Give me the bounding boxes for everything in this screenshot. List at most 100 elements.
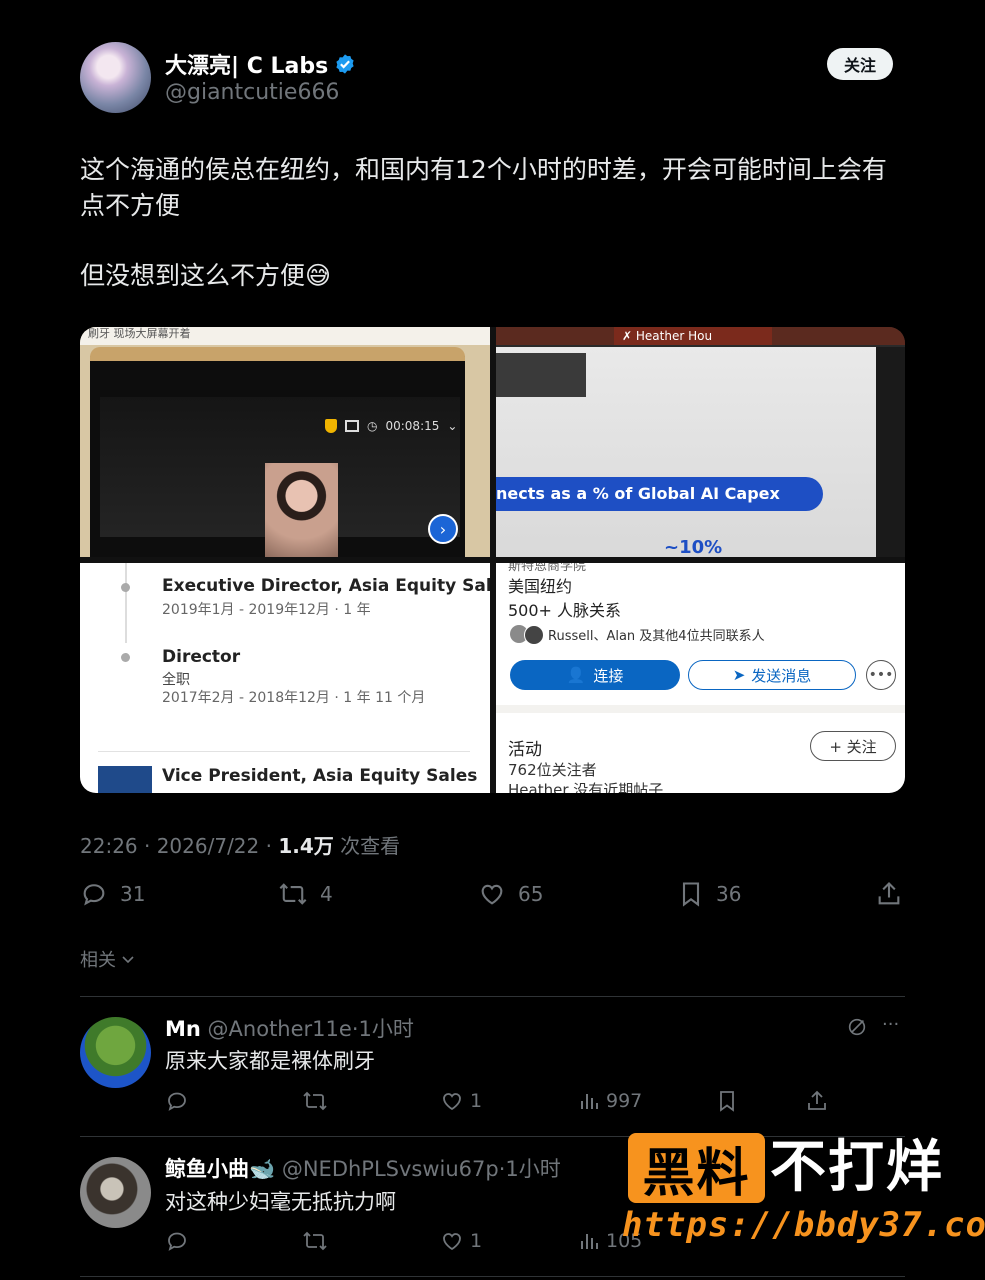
media-profile-screenshot[interactable]: 斯特恩商学院 美国纽约 500+ 人脉关系 Russell、Alan 及其他4位…: [496, 563, 905, 793]
archive-icon: [345, 420, 359, 432]
next-arrow-icon[interactable]: ›: [428, 514, 458, 544]
more-options-icon[interactable]: •••: [866, 660, 896, 690]
reply-retweet-button[interactable]: [302, 1229, 328, 1253]
shield-icon: [325, 419, 337, 433]
bookmark-button[interactable]: 36: [678, 880, 741, 908]
reply-header: 鲸鱼小曲🐋 @NEDhPLSvswiu67p·1小时: [165, 1153, 561, 1183]
reply-button[interactable]: 31: [80, 880, 145, 908]
heart-icon: [443, 1093, 461, 1111]
media-experience-screenshot[interactable]: Executive Director, Asia Equity Sales 20…: [80, 563, 490, 793]
reply-count: 31: [120, 882, 146, 906]
reply-header: Mn @Another11e·1小时: [165, 1013, 414, 1043]
author-handle[interactable]: @giantcutie666: [165, 80, 339, 105]
video-timer: 00:08:15: [385, 419, 440, 433]
reply-author-name[interactable]: Mn: [165, 1017, 201, 1041]
heart-icon: [443, 1233, 461, 1251]
chevron-down-icon: [122, 956, 134, 964]
reply-like-button[interactable]: 1: [440, 1089, 482, 1113]
reply-author-handle[interactable]: @Another11e: [208, 1017, 352, 1041]
slide-figure: ~10%: [664, 537, 723, 557]
media-presentation-photo[interactable]: ✗ Heather Hou nects as a % of Global AI …: [496, 327, 905, 557]
analytics-icon: [581, 1234, 598, 1249]
slide-headline: nects as a % of Global AI Capex: [496, 477, 823, 511]
share-button[interactable]: [875, 880, 903, 908]
reply-view-count: 997: [606, 1090, 643, 1112]
watermark-badge: 黑料: [628, 1133, 765, 1204]
divider: [80, 996, 905, 997]
retweet-button[interactable]: 4: [278, 880, 333, 908]
reply-icon: [168, 1232, 186, 1251]
tweet-paragraph-1: 这个海通的侯总在纽约，和国内有12个小时的时差，开会可能时间上会有点不方便: [80, 155, 887, 220]
profile-followers: 762位关注者: [508, 761, 597, 779]
activity-follow-button[interactable]: + 关注: [810, 731, 896, 761]
reply-icon: [168, 1092, 186, 1111]
reply-text: 对这种少妇毫无抵抗力啊: [165, 1190, 396, 1214]
watermark-text: 不打烊: [770, 1135, 944, 1200]
exp3-title: Vice President, Asia Equity Sales: [162, 766, 478, 786]
connect-button[interactable]: 👤 连接: [510, 660, 680, 690]
more-icon[interactable]: ···: [882, 1014, 899, 1035]
follow-button[interactable]: 关注: [827, 48, 893, 80]
media-video-call-photo[interactable]: 刷牙 现场大屏幕开着 ◷ 00:08:15 ⌄ ›: [80, 327, 490, 557]
retweet-icon: [303, 1231, 327, 1251]
profile-mutual: Russell、Alan 及其他4位共同联系人: [548, 629, 765, 644]
reply-text: 原来大家都是裸体刷牙: [165, 1049, 375, 1073]
author-avatar[interactable]: [80, 42, 151, 113]
reply-author-name[interactable]: 鲸鱼小曲🐋: [165, 1157, 275, 1181]
reply-retweet-button[interactable]: [302, 1089, 328, 1113]
reply-bookmark-button[interactable]: [716, 1089, 738, 1113]
caller-video-thumbnail: [265, 463, 338, 557]
related-toggle[interactable]: 相关: [80, 946, 136, 972]
reply-share-button[interactable]: [805, 1089, 829, 1113]
exp2-title: Director: [162, 647, 241, 667]
retweet-icon: [303, 1091, 327, 1111]
reply-reply-button[interactable]: [165, 1089, 189, 1113]
share-icon: [808, 1090, 826, 1110]
profile-no-posts: Heather 没有近期帖子: [508, 781, 664, 793]
media-grid[interactable]: 刷牙 现场大屏幕开着 ◷ 00:08:15 ⌄ › ✗ Heather Hou …: [80, 327, 905, 793]
author-display-name: 大漂亮| C Labs: [165, 54, 329, 79]
like-button[interactable]: 65: [478, 880, 543, 908]
reply-avatar[interactable]: [80, 1017, 151, 1088]
bookmark-count: 36: [716, 882, 742, 906]
reply-avatar[interactable]: [80, 1157, 151, 1228]
participant-name-tag: ✗ Heather Hou: [614, 327, 772, 345]
reply-author-handle[interactable]: @NEDhPLSvswiu67p: [282, 1157, 499, 1181]
mutual-avatar: [524, 625, 544, 645]
views-count: 1.4万: [278, 834, 334, 858]
tweet-time: 22:26 · 2026/7/22 ·: [80, 834, 279, 858]
exp1-dates: 2019年1月 - 2019年12月 · 1 年: [162, 602, 371, 618]
connect-label: 连接: [593, 666, 624, 685]
author-name[interactable]: 大漂亮| C Labs: [165, 48, 356, 80]
reply-views[interactable]: 997: [578, 1089, 642, 1113]
reply-reply-button[interactable]: [165, 1229, 189, 1253]
reply-like-count: 1: [470, 1090, 483, 1112]
exp2-dates: 2017年2月 - 2018年12月 · 1 年 11 个月: [162, 690, 426, 706]
exp1-title: Executive Director, Asia Equity Sales: [162, 576, 490, 596]
bookmark-icon: [682, 882, 700, 907]
add-person-icon: 👤: [566, 666, 586, 684]
tweet-meta: 22:26 · 2026/7/22 · 1.4万 次查看: [80, 830, 400, 859]
heart-icon: [481, 884, 503, 905]
message-button[interactable]: ➤ 发送消息: [688, 660, 856, 690]
grok-icon[interactable]: [846, 1016, 868, 1038]
reply-time: ·1小时: [498, 1157, 561, 1181]
tweet-paragraph-2: 但没想到这么不方便😅: [80, 261, 332, 290]
related-label: 相关: [80, 950, 116, 971]
participant-name: Heather Hou: [635, 329, 713, 343]
profile-connections: 500+ 人脉关系: [508, 601, 622, 620]
like-count: 65: [518, 882, 544, 906]
analytics-icon: [581, 1094, 598, 1109]
profile-location: 美国纽约: [508, 577, 573, 596]
retweet-icon: [279, 883, 307, 905]
send-icon: ➤: [732, 666, 746, 684]
reply-like-count: 1: [470, 1230, 483, 1252]
views-label: 次查看: [333, 834, 401, 858]
reply-icon: [83, 884, 105, 906]
reply-like-button[interactable]: 1: [440, 1229, 482, 1253]
retweet-count: 4: [320, 882, 333, 906]
reply-time: ·1小时: [351, 1017, 414, 1041]
watermark-url: https://bbdy37.com: [622, 1205, 985, 1245]
exp2-type: 全职: [162, 672, 190, 688]
video-controls: ◷ 00:08:15 ⌄: [325, 419, 457, 433]
